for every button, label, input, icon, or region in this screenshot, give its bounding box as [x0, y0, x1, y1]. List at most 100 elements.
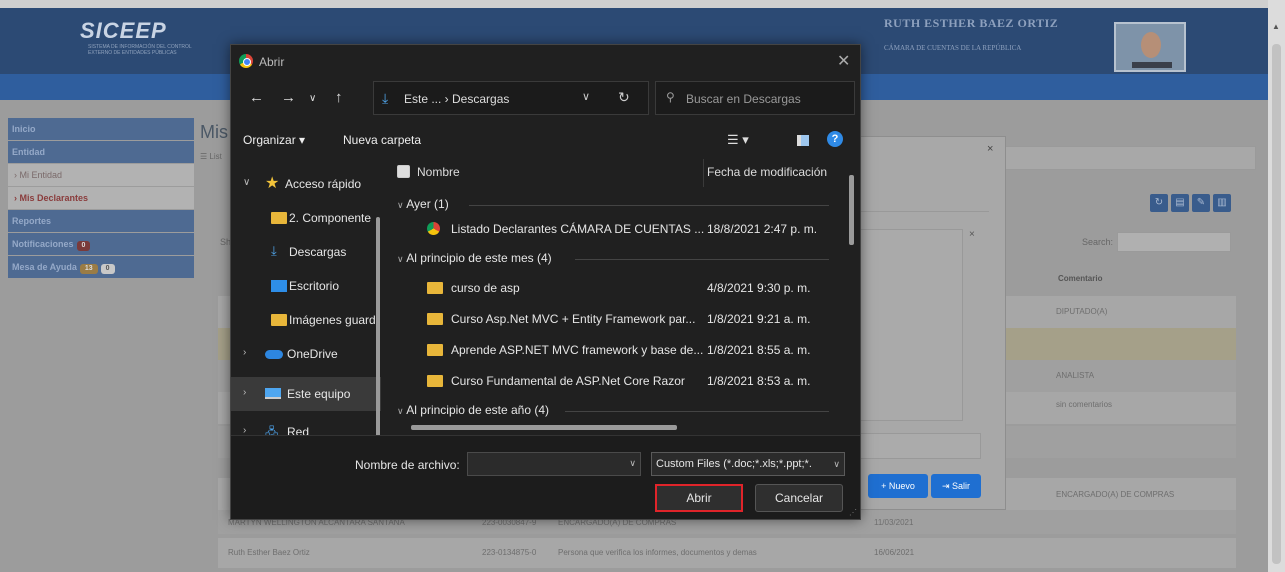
edit-icon[interactable]: ✎ — [1192, 194, 1210, 212]
search-label: Search: — [1082, 237, 1114, 247]
scroll-up-icon[interactable]: ▲ — [1272, 22, 1280, 31]
desktop-icon — [271, 280, 287, 292]
nav-item-componente[interactable]: 2. Componente — [231, 201, 381, 235]
navigation-pane: ∨ ★ Acceso rápido 2. Componente ⤓ Descar… — [231, 159, 389, 435]
cloud-icon — [265, 350, 283, 359]
expand-chevron-icon[interactable]: ∨ — [243, 177, 250, 188]
help-badge-secondary: 0 — [100, 264, 115, 274]
nav-item-imagenes[interactable]: Imágenes guard — [231, 303, 381, 337]
group-header-yesterday[interactable]: ∨ Ayer (1) — [397, 197, 837, 211]
search-input[interactable] — [1117, 232, 1231, 252]
dialog-footer: Nombre de archivo: ∨ Custom Files (*.doc… — [231, 435, 860, 519]
file-list-hscrollbar[interactable] — [411, 425, 677, 430]
refresh-icon[interactable]: ↻ — [618, 89, 630, 106]
nav-item-escritorio[interactable]: Escritorio — [231, 269, 381, 303]
nav-item-red[interactable]: › 🖧 Red — [231, 415, 381, 435]
file-date: 1/8/2021 9:21 a. m. — [707, 312, 811, 326]
close-icon[interactable]: ✕ — [837, 51, 850, 71]
download-icon: ⤓ — [382, 90, 389, 106]
sidebar-item-inicio[interactable]: Inicio — [8, 118, 194, 140]
column-divider[interactable] — [703, 159, 704, 187]
dialog-title: Abrir — [259, 55, 285, 69]
sidebar-item-entidad[interactable]: Entidad — [8, 141, 194, 163]
select-all-checkbox[interactable] — [397, 165, 410, 178]
sidebar-item-label: › Mi Entidad — [14, 170, 63, 180]
date-cell: 11/03/2021 — [874, 518, 914, 527]
file-name: Curso Fundamental de ASP.Net Core Razor — [451, 374, 685, 388]
avatar[interactable] — [1114, 22, 1186, 72]
document-icon[interactable]: ▤ — [1171, 194, 1189, 212]
resize-grip-icon[interactable]: ⋰ — [849, 508, 857, 517]
dialog-toolbar: Organizar ▾ Nueva carpeta ☰ ▾ ? — [231, 125, 862, 157]
sidebar-item-mesa-de-ayuda[interactable]: Mesa de Ayuda 13 0 — [8, 256, 194, 278]
file-row[interactable]: curso de asp 4/8/2021 9:30 p. m. — [389, 274, 829, 302]
nav-item-este-equipo[interactable]: › Este equipo — [231, 377, 381, 411]
expand-chevron-icon[interactable]: › — [243, 387, 246, 398]
page-scrollbar[interactable]: ▲ — [1268, 0, 1285, 572]
chevron-down-icon[interactable]: ∨ — [833, 453, 840, 475]
new-folder-button[interactable]: Nueva carpeta — [343, 133, 421, 147]
notification-badge: 0 — [76, 241, 91, 251]
chevron-down-icon[interactable]: ∨ — [582, 90, 590, 103]
filename-input[interactable]: ∨ — [467, 452, 641, 476]
address-bar[interactable]: ⤓ Este ... › Descargas ∨ ↻ — [373, 81, 649, 115]
chrome-icon — [427, 222, 440, 235]
filename-label: Nombre de archivo: — [355, 458, 460, 472]
file-date: 4/8/2021 9:30 p. m. — [707, 281, 811, 295]
upload-close-icon[interactable]: × — [969, 229, 975, 240]
group-header-this-month[interactable]: ∨ Al principio de este mes (4) — [397, 251, 837, 265]
user-organization: CÁMARA DE CUENTAS DE LA REPÚBLICA — [884, 44, 1022, 52]
expand-chevron-icon[interactable]: › — [243, 347, 246, 358]
forward-arrow-icon[interactable]: → — [281, 89, 296, 106]
cancel-button[interactable]: Cancelar — [755, 484, 843, 512]
recent-chevron-icon[interactable]: ∨ — [309, 93, 316, 104]
sidebar-item-mis-declarantes[interactable]: › Mis Declarantes — [8, 187, 194, 209]
refresh-icon[interactable]: ↻ — [1150, 194, 1168, 212]
folder-icon — [427, 375, 443, 387]
nav-item-acceso-rapido[interactable]: ∨ ★ Acceso rápido — [231, 167, 381, 201]
up-arrow-icon[interactable]: ↑ — [335, 89, 343, 106]
nav-item-descargas[interactable]: ⤓ Descargas — [231, 235, 381, 269]
chrome-icon — [239, 54, 253, 68]
file-row[interactable]: Curso Asp.Net MVC + Entity Framework par… — [389, 305, 829, 333]
table-row[interactable]: Ruth Esther Baez Ortiz 223-0134875-0 Per… — [218, 538, 1236, 568]
modal-input[interactable] — [859, 433, 981, 459]
search-icon: ⚲ — [666, 90, 675, 104]
sidebar-item-reportes[interactable]: Reportes — [8, 210, 194, 232]
table-toolbar: ↻ ▤ ✎ ▥ — [1150, 194, 1231, 212]
entity-modal: × × — [852, 136, 1006, 510]
folder-icon — [427, 344, 443, 356]
view-options-icon[interactable]: ☰ ▾ — [727, 132, 749, 148]
sidebar-item-mi-entidad[interactable]: › Mi Entidad — [8, 164, 194, 186]
sidebar-item-notificaciones[interactable]: Notificaciones 0 — [8, 233, 194, 255]
file-type-select[interactable]: Custom Files (*.doc;*.xls;*.ppt;*. ∨ — [651, 452, 845, 476]
column-header-comentario[interactable]: Comentario — [1058, 274, 1102, 283]
organize-button[interactable]: Organizar ▾ — [243, 133, 305, 147]
open-file-dialog: Abrir ✕ ← → ∨ ↑ ⤓ Este ... › Descargas ∨… — [230, 44, 861, 520]
file-list-vscrollbar[interactable] — [849, 175, 854, 245]
nav-item-onedrive[interactable]: › OneDrive — [231, 337, 381, 371]
sidebar-item-label: Inicio — [12, 124, 36, 134]
file-row[interactable]: Aprende ASP.NET MVC framework y base de.… — [389, 336, 829, 364]
modal-close-icon[interactable]: × — [987, 143, 993, 155]
delete-icon[interactable]: ▥ — [1213, 194, 1231, 212]
column-header-date[interactable]: Fecha de modificación — [707, 165, 827, 179]
scrollbar-thumb[interactable] — [1272, 44, 1281, 564]
group-header-this-year[interactable]: ∨ Al principio de este año (4) — [397, 403, 837, 417]
modal-upload-area[interactable] — [859, 229, 963, 421]
nav-scrollbar[interactable] — [376, 217, 380, 435]
salir-button[interactable]: ⇥ Salir — [931, 474, 981, 498]
back-arrow-icon[interactable]: ← — [249, 89, 264, 106]
open-button[interactable]: Abrir — [655, 484, 743, 512]
file-row[interactable]: Curso Fundamental de ASP.Net Core Razor … — [389, 367, 829, 395]
expand-chevron-icon[interactable]: › — [243, 425, 246, 435]
chevron-down-icon[interactable]: ∨ — [629, 458, 636, 469]
help-icon[interactable]: ? — [827, 131, 843, 147]
nuevo-button[interactable]: + Nuevo — [868, 474, 928, 498]
dialog-search-input[interactable]: ⚲ Buscar en Descargas — [655, 81, 855, 115]
column-header-name[interactable]: Nombre — [417, 165, 460, 179]
file-row[interactable]: Listado Declarantes CÁMARA DE CUENTAS ..… — [389, 215, 829, 243]
page-subtitle: ☰ List — [200, 152, 222, 161]
app-logo-subtitle: SISTEMA DE INFORMACIÓN DEL CONTROL EXTER… — [88, 44, 192, 56]
preview-pane-icon[interactable] — [797, 135, 809, 146]
